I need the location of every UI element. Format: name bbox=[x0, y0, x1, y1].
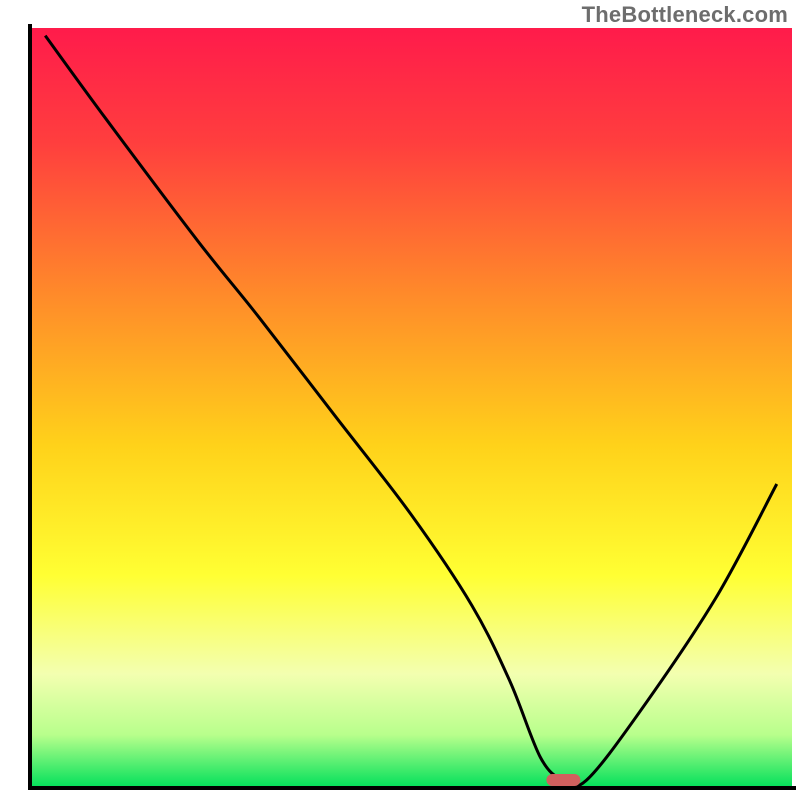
bottleneck-chart bbox=[0, 0, 800, 800]
optimum-marker bbox=[546, 774, 580, 786]
chart-container: { "watermark": "TheBottleneck.com", "cha… bbox=[0, 0, 800, 800]
plot-background bbox=[30, 28, 792, 788]
